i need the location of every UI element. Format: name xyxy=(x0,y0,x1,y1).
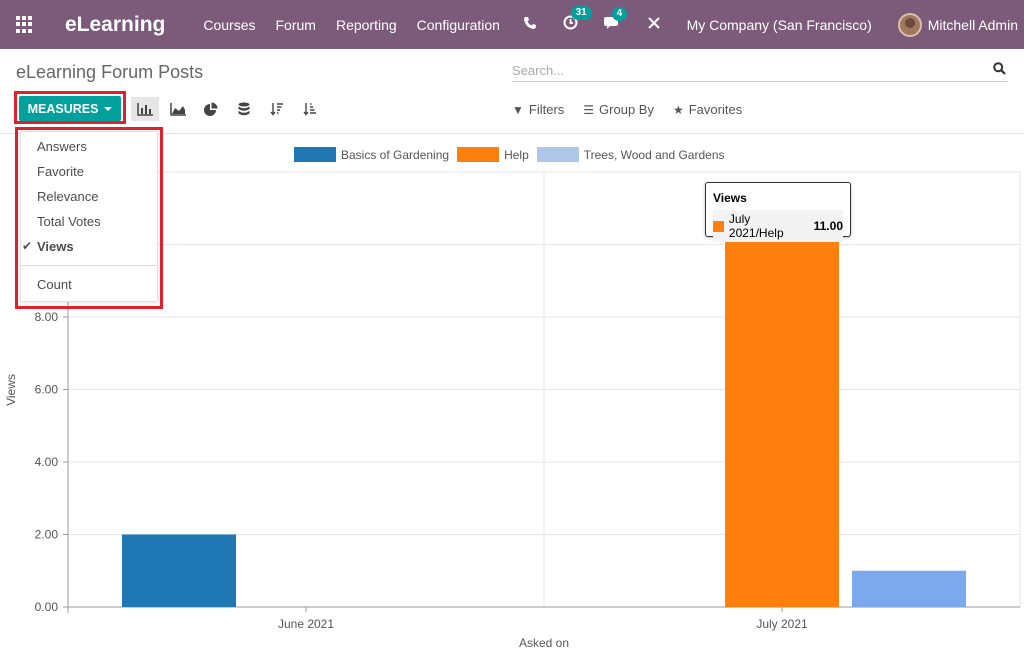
main-menu: Courses Forum Reporting Configuration xyxy=(203,17,520,33)
user-avatar[interactable] xyxy=(897,12,922,37)
sort-ascending-icon xyxy=(303,103,316,116)
activity-badge: 31 xyxy=(570,6,592,20)
measures-label: MEASURES xyxy=(27,101,99,116)
systray: 31 4 My Company (San Francisco) Mitchell… xyxy=(523,0,1024,49)
bar xyxy=(122,534,236,607)
measures-button[interactable]: MEASURES xyxy=(19,96,121,121)
measure-favorite[interactable]: Favorite xyxy=(21,159,157,184)
y-tick-label: 6.00 xyxy=(35,383,59,397)
phone-icon[interactable] xyxy=(523,16,537,34)
menu-configuration[interactable]: Configuration xyxy=(417,17,500,33)
measure-label: Favorite xyxy=(37,164,84,179)
check-icon: ✔ xyxy=(22,239,33,253)
measure-label: Views xyxy=(37,239,74,254)
measure-label: Relevance xyxy=(37,189,99,204)
measures-dropdown: Answers Favorite Relevance Total Votes ✔… xyxy=(20,131,158,302)
database-icon xyxy=(238,102,250,116)
tooltip-title: Views xyxy=(713,191,747,205)
top-navbar: eLearning Courses Forum Reporting Config… xyxy=(0,0,1024,49)
bar-chart-icon xyxy=(137,102,153,116)
search-input[interactable] xyxy=(512,59,982,78)
group-by-label: Group By xyxy=(599,102,654,117)
company-switcher[interactable]: My Company (San Francisco) xyxy=(687,17,872,33)
line-chart-button[interactable] xyxy=(164,97,192,121)
chart-tooltip: Views July 2021/Help 11.00 xyxy=(705,182,851,242)
measure-count[interactable]: Count xyxy=(21,272,157,297)
page-title: eLearning Forum Posts xyxy=(16,62,204,82)
bar-chart-button[interactable] xyxy=(131,97,159,121)
list-icon: ☰ xyxy=(583,102,595,117)
user-menu[interactable]: Mitchell Admin xyxy=(928,17,1018,33)
x-tick-label: June 2021 xyxy=(278,617,334,631)
messages-badge: 4 xyxy=(611,6,628,21)
tooltip-row: July 2021/Help 11.00 xyxy=(713,210,843,242)
measure-label: Count xyxy=(37,277,72,292)
search-icon[interactable] xyxy=(993,62,1006,75)
filters-button[interactable]: ▼ Filters xyxy=(512,102,564,117)
favorites-label: Favorites xyxy=(688,102,743,117)
sort-ascending-button[interactable] xyxy=(296,97,324,121)
sort-descending-icon xyxy=(270,103,283,116)
caret-down-icon xyxy=(104,106,113,111)
bar xyxy=(725,208,839,607)
star-icon: ★ xyxy=(672,102,684,117)
sort-descending-button[interactable] xyxy=(263,97,291,121)
y-tick-label: 2.00 xyxy=(35,528,59,542)
search-options: ▼ Filters ☰ Group By ★ Favorites xyxy=(512,102,761,117)
measure-label: Answers xyxy=(37,139,87,154)
bar xyxy=(852,570,966,607)
measure-label: Total Votes xyxy=(37,214,101,229)
x-axis-title: Asked on xyxy=(519,636,569,650)
y-tick-label: 8.00 xyxy=(35,310,59,324)
debug-tools-icon[interactable] xyxy=(647,16,661,34)
area-chart-icon xyxy=(170,102,186,116)
y-tick-label: 0.00 xyxy=(35,600,59,614)
y-tick-label: 4.00 xyxy=(35,455,59,469)
favorites-button[interactable]: ★ Favorites xyxy=(673,102,742,117)
menu-reporting[interactable]: Reporting xyxy=(336,17,397,33)
x-tick-label: July 2021 xyxy=(756,617,808,631)
menu-courses[interactable]: Courses xyxy=(203,17,255,33)
tooltip-label: July 2021/Help xyxy=(728,212,784,240)
activity-clock-icon[interactable]: 31 xyxy=(563,6,592,34)
measure-relevance[interactable]: Relevance xyxy=(21,184,157,209)
measure-answers[interactable]: Answers xyxy=(21,134,157,159)
pie-chart-button[interactable] xyxy=(197,97,225,121)
measure-total-votes[interactable]: Total Votes xyxy=(21,209,157,234)
apps-menu-icon[interactable] xyxy=(16,15,34,34)
chart-type-buttons xyxy=(131,97,329,121)
stacked-button[interactable] xyxy=(230,97,258,121)
dropdown-divider xyxy=(21,265,157,266)
pie-chart-icon xyxy=(204,102,218,116)
y-axis-title: Views xyxy=(4,374,18,406)
menu-forum[interactable]: Forum xyxy=(276,17,316,33)
measure-views[interactable]: ✔ Views xyxy=(21,234,157,259)
group-by-button[interactable]: ☰ Group By xyxy=(583,102,654,117)
filters-label: Filters xyxy=(528,102,565,117)
filter-icon: ▼ xyxy=(512,102,524,117)
messages-icon[interactable]: 4 xyxy=(603,6,628,34)
tooltip-swatch xyxy=(713,220,724,232)
app-brand[interactable]: eLearning xyxy=(65,13,165,37)
tooltip-value: 11.00 xyxy=(813,219,843,233)
search-bar xyxy=(512,59,1008,82)
